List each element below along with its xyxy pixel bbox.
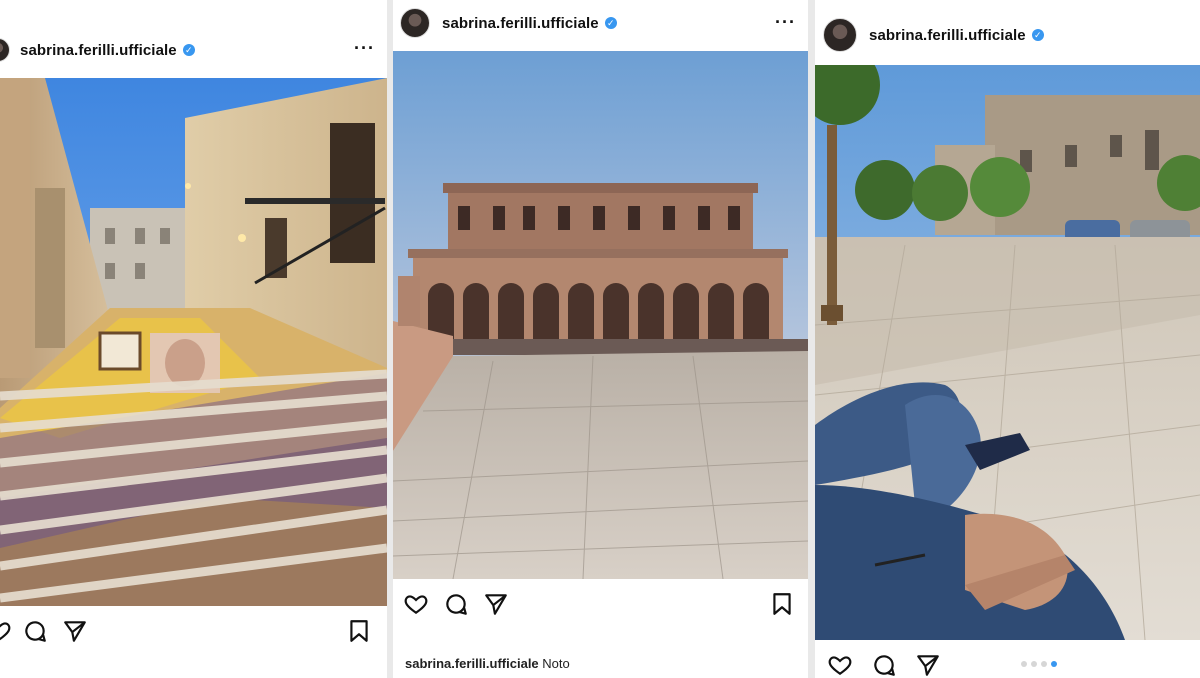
post-actions: [393, 591, 808, 623]
post-photo[interactable]: [0, 78, 387, 606]
verified-badge-icon: ✓: [1031, 29, 1044, 41]
comment-icon[interactable]: [22, 618, 48, 644]
carousel-dot[interactable]: [1041, 661, 1047, 667]
carousel-dot[interactable]: [1031, 661, 1037, 667]
share-icon[interactable]: [62, 618, 88, 644]
palace-photo: [393, 51, 808, 579]
verified-badge-icon: ✓: [604, 17, 617, 29]
share-icon[interactable]: [483, 591, 509, 617]
comment-icon[interactable]: [871, 652, 897, 678]
carousel-dot-active[interactable]: [1051, 661, 1057, 667]
piazza-photo: [815, 65, 1200, 640]
carousel-indicator: [1021, 661, 1057, 667]
post-header: sabrina.ferilli.ufficiale ✓ ···: [0, 36, 387, 64]
post-panel: sabrina.ferilli.ufficiale ✓: [815, 0, 1200, 678]
share-icon[interactable]: [915, 652, 941, 678]
post-username[interactable]: sabrina.ferilli.ufficiale: [869, 27, 1026, 44]
post-panel: sabrina.ferilli.ufficiale ✓ ···: [0, 0, 387, 678]
post-username[interactable]: sabrina.ferilli.ufficiale: [442, 15, 599, 32]
post-actions: [815, 652, 1200, 678]
post-photo[interactable]: [815, 65, 1200, 640]
more-options-button[interactable]: ···: [354, 38, 375, 59]
carousel-dot[interactable]: [1021, 661, 1027, 667]
comment-icon[interactable]: [443, 591, 469, 617]
stair-mosaic-photo: [0, 78, 387, 606]
post-header: sabrina.ferilli.ufficiale ✓: [815, 18, 1200, 52]
caption-text: Noto: [542, 656, 570, 671]
bookmark-icon[interactable]: [769, 591, 795, 617]
panel-divider: [808, 0, 815, 678]
post-photo[interactable]: [393, 51, 808, 579]
post-username[interactable]: sabrina.ferilli.ufficiale: [20, 42, 177, 59]
avatar[interactable]: [400, 8, 430, 38]
caption-username[interactable]: sabrina.ferilli.ufficiale: [405, 656, 539, 671]
post-caption: sabrina.ferilli.ufficiale Noto: [405, 656, 570, 671]
bookmark-icon[interactable]: [346, 618, 372, 644]
post-panel: sabrina.ferilli.ufficiale ✓ ···: [393, 0, 808, 678]
verified-badge-icon: ✓: [182, 44, 195, 56]
more-options-button[interactable]: ···: [775, 12, 796, 33]
heart-icon[interactable]: [0, 618, 12, 644]
avatar[interactable]: [823, 18, 857, 52]
avatar[interactable]: [0, 38, 10, 62]
post-actions: [0, 618, 387, 650]
post-header: sabrina.ferilli.ufficiale ✓ ···: [393, 8, 808, 38]
heart-icon[interactable]: [827, 652, 853, 678]
heart-icon[interactable]: [403, 591, 429, 617]
